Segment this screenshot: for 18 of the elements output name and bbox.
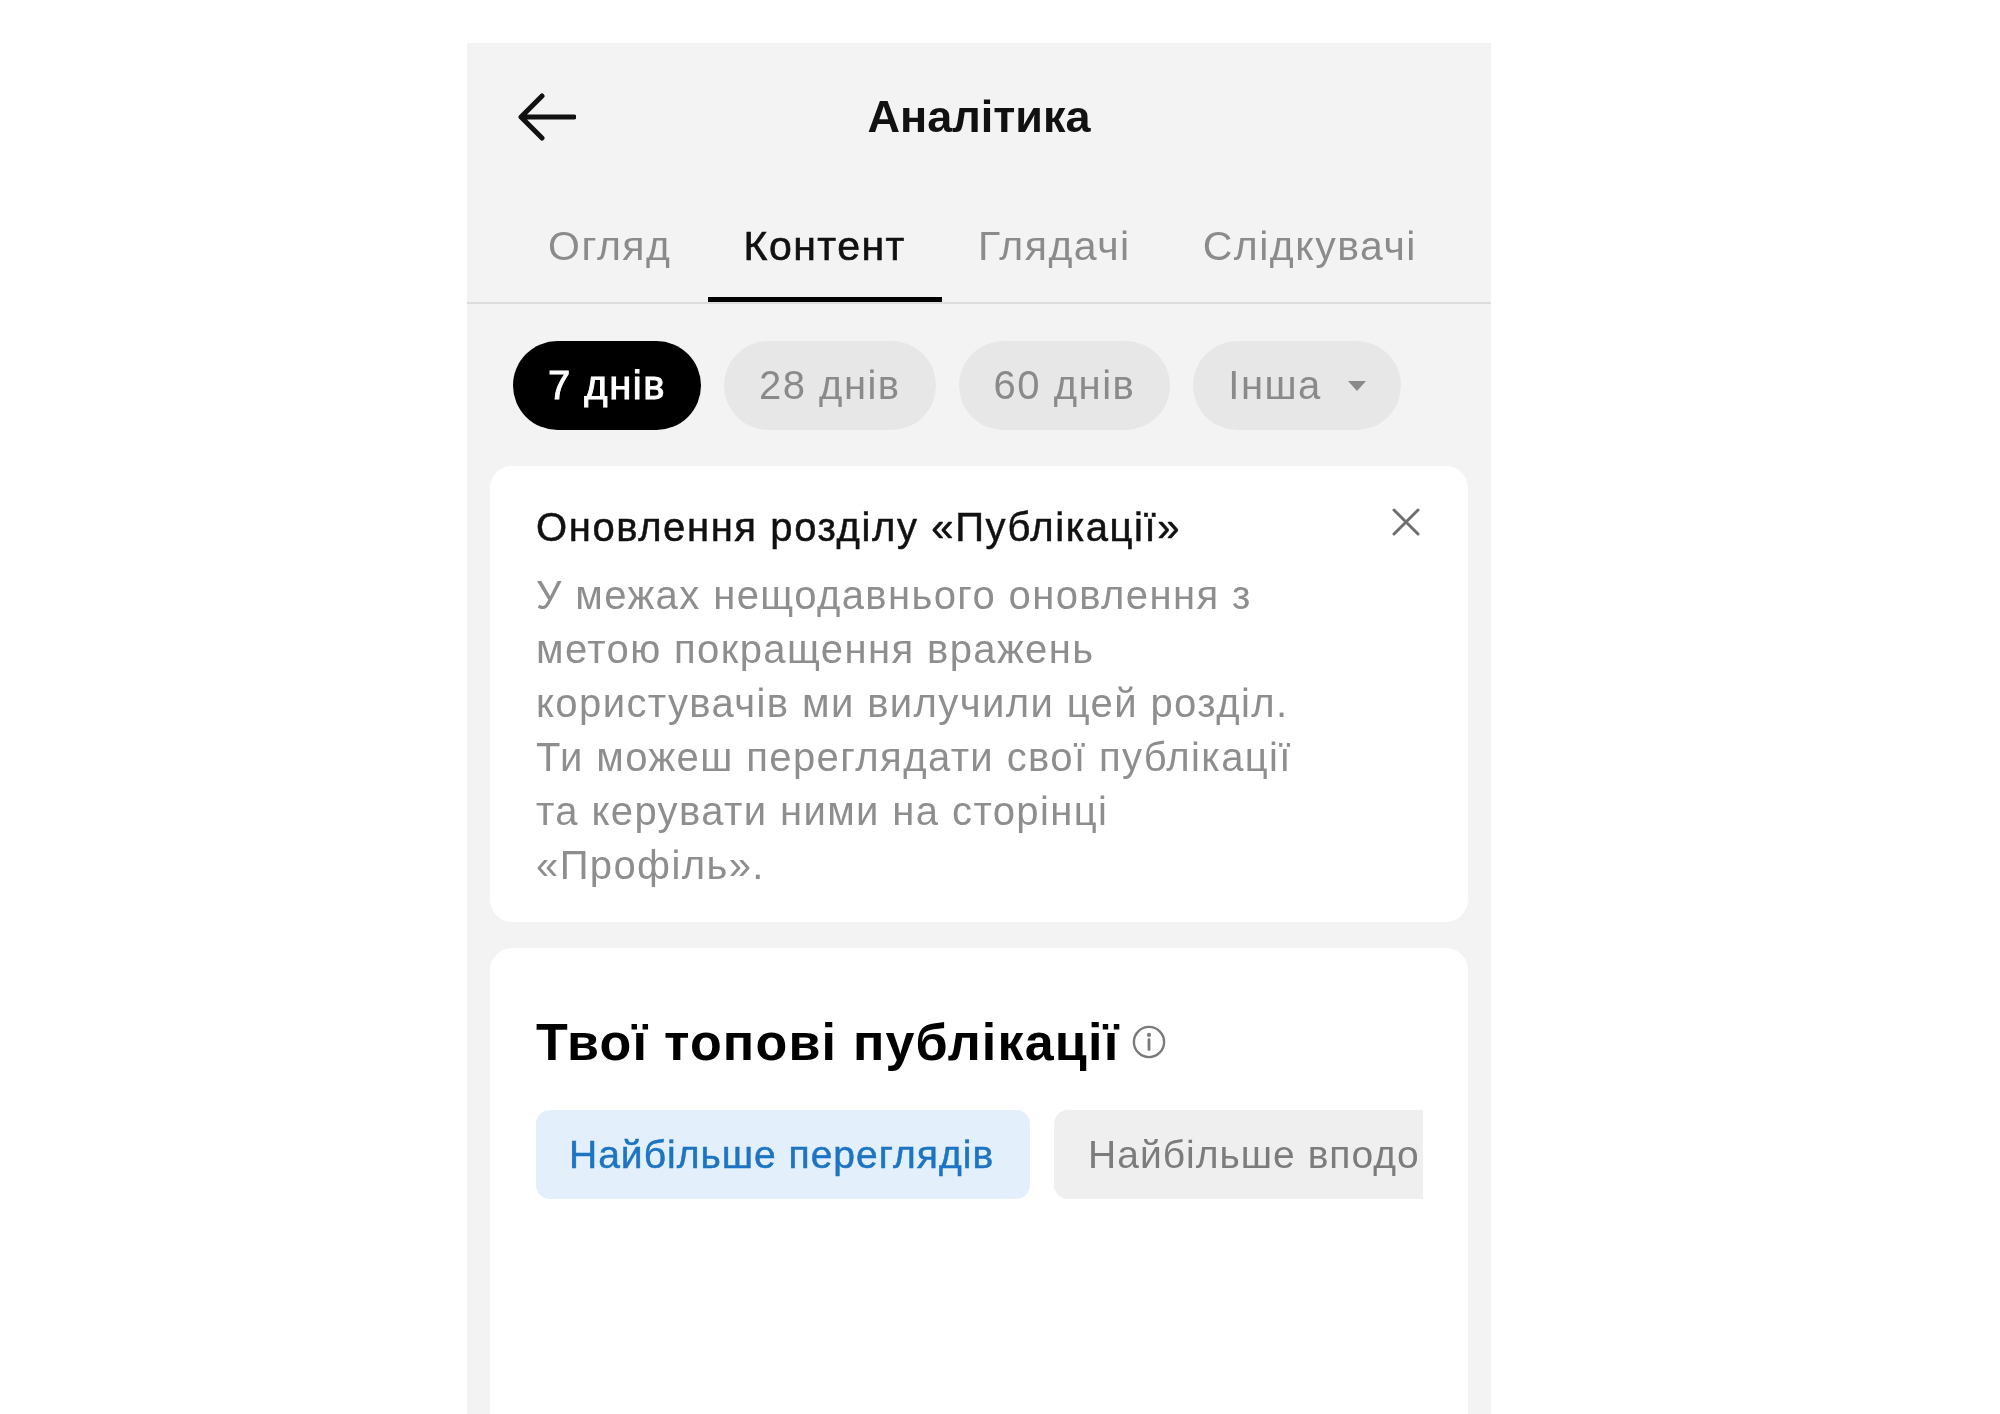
sort-chip[interactable]: Найбільше вподо — [1054, 1110, 1423, 1199]
tab[interactable]: Огляд — [512, 191, 708, 302]
tab[interactable]: Контент — [707, 191, 942, 302]
notice-title: Оновлення розділу «Публікації» — [536, 504, 1182, 551]
period-chip[interactable]: 7 днів — [513, 341, 701, 430]
info-icon[interactable] — [1131, 1025, 1166, 1059]
period-chip[interactable]: 28 днів — [723, 341, 936, 430]
sort-chip[interactable]: Найбільше переглядів — [536, 1110, 1031, 1199]
section-title: Твої топові публікації — [536, 1012, 1120, 1073]
screen-title: Аналітика — [867, 91, 1091, 143]
notice-text: У межах нещодавнього оновлення з метою покращення вражень користувачів ми вилучили цей розділ. Ти можеш переглядати свої публікації та керувати ними на сторінці «Профіль». — [536, 572, 1293, 889]
tab[interactable]: Глядачі — [941, 191, 1167, 302]
tab[interactable]: Слідкувачі — [1166, 191, 1453, 302]
caret-icon — [1347, 380, 1366, 391]
period-chip[interactable]: 60 днів — [958, 341, 1171, 430]
close-icon[interactable] — [1392, 508, 1420, 536]
period-dropdown[interactable]: Інша — [1193, 341, 1401, 430]
back-arrow-icon[interactable] — [518, 93, 576, 141]
